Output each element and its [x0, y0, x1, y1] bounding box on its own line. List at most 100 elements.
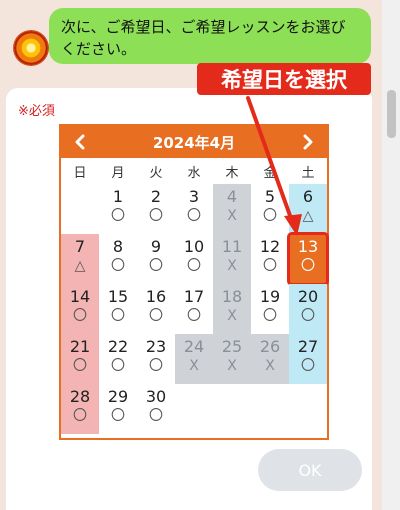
day-number: 12 [259, 237, 281, 256]
weekday-label: 金 [263, 166, 277, 181]
chat-message-text: 次に、ご希望日、ご希望レッスンをお選びください。 [61, 18, 346, 58]
day-cell[interactable]: 21 〇 [61, 334, 99, 384]
day-number: 28 [69, 387, 91, 406]
availability-mark: 〇 [301, 358, 315, 374]
day-number: 18 [221, 287, 243, 306]
day-cell[interactable]: 1〇 [99, 184, 137, 234]
day-cell[interactable]: 12 〇 [251, 234, 289, 284]
availability-mark: 〇 [187, 258, 201, 274]
day-number: 27 [297, 337, 319, 356]
day-number: 26 [259, 337, 281, 356]
availability-mark: 〇 [111, 258, 125, 274]
availability-mark: 〇 [187, 308, 201, 324]
availability-mark: 〇 [263, 208, 277, 224]
day-number: 11 [221, 237, 243, 256]
availability-mark: 〇 [111, 358, 125, 374]
day-cell[interactable]: 4X [213, 184, 251, 234]
availability-mark: X [227, 208, 237, 224]
required-label: ※必須 [18, 104, 55, 119]
day-number: 20 [297, 287, 319, 306]
weekday-label: 月 [111, 166, 125, 181]
day-cell[interactable]: 26 X [251, 334, 289, 384]
scrollbar-thumb[interactable] [387, 90, 396, 138]
availability-mark: 〇 [301, 258, 315, 274]
availability-mark: 〇 [73, 308, 87, 324]
availability-mark: △ [302, 208, 314, 224]
weekday-label: 土 [301, 166, 315, 181]
annotation-callout: 希望日を選択 [197, 63, 371, 95]
availability-mark: 〇 [73, 408, 87, 424]
day-cell[interactable]: 6 △ [289, 184, 327, 234]
day-number: 19 [259, 287, 281, 306]
day-cell[interactable]: 9〇 [137, 234, 175, 284]
day-number: 6 [302, 187, 314, 206]
day-number: 8 [112, 237, 124, 256]
day-cell[interactable]: 15 〇 [99, 284, 137, 334]
day-number: 25 [221, 337, 243, 356]
day-cell[interactable]: 22 〇 [99, 334, 137, 384]
day-number: 1 [112, 187, 124, 206]
day-number: 29 [107, 387, 129, 406]
day-cell[interactable]: 27 〇 [289, 334, 327, 384]
availability-mark: 〇 [149, 408, 163, 424]
availability-mark: 〇 [73, 358, 87, 374]
calendar: 2024年4月 日月火水木金土 1 〇 2 〇 3 〇 4 X 5 〇 6 △ 7 △ 8 〇 9 〇 10 〇 11 X… [59, 124, 329, 440]
availability-mark: X [265, 358, 275, 374]
prev-month-button[interactable] [63, 126, 97, 158]
day-cell[interactable]: 19 〇 [251, 284, 289, 334]
scrollbar[interactable] [382, 0, 400, 510]
availability-mark: 〇 [111, 408, 125, 424]
availability-mark: X [189, 358, 199, 374]
day-cell[interactable]: 24 X [175, 334, 213, 384]
ok-button[interactable]: OK [258, 449, 362, 491]
day-number: 3 [188, 187, 200, 206]
availability-mark: 〇 [301, 308, 315, 324]
availability-mark: 〇 [149, 358, 163, 374]
chevron-left-icon [75, 134, 85, 150]
day-cell[interactable]: 25 X [213, 334, 251, 384]
day-number: 2 [150, 187, 162, 206]
calendar-grid: 1 〇 2 〇 3 〇 4 X 5 〇 6 △ 7 △ 8 〇 9 〇 10 〇 11 X 12 〇 13 〇 14 〇 15 〇 16 〇 1… [61, 184, 329, 436]
availability-mark: 〇 [149, 258, 163, 274]
day-cell[interactable]: 18 X [213, 284, 251, 334]
day-cell[interactable]: 30 〇 [137, 384, 175, 434]
weekday-label: 日 [73, 166, 87, 181]
day-number: 30 [145, 387, 167, 406]
day-number: 13 [297, 237, 319, 256]
day-number: 21 [69, 337, 91, 356]
chevron-right-icon [303, 134, 313, 150]
month-label: 2024年4月 [152, 133, 236, 152]
day-number: 7 [74, 237, 86, 256]
day-cell[interactable]: 17 〇 [175, 284, 213, 334]
day-cell[interactable]: 10 〇 [175, 234, 213, 284]
day-cell[interactable]: 28 〇 [61, 384, 99, 434]
day-cell[interactable]: 3〇 [175, 184, 213, 234]
day-number: 22 [107, 337, 129, 356]
chat-message-bubble: 次に、ご希望日、ご希望レッスンをお選びください。 [49, 8, 371, 64]
day-cell[interactable]: 23 〇 [137, 334, 175, 384]
day-cell[interactable]: 8〇 [99, 234, 137, 284]
availability-mark: 〇 [187, 208, 201, 224]
availability-mark: 〇 [111, 208, 125, 224]
day-number: 14 [69, 287, 91, 306]
weekday-label: 木 [225, 166, 239, 181]
calendar-header: 2024年4月 [61, 126, 327, 158]
availability-mark: △ [74, 258, 86, 274]
availability-mark: 〇 [263, 258, 277, 274]
day-cell[interactable]: 2〇 [137, 184, 175, 234]
next-month-button[interactable] [291, 126, 325, 158]
day-number: 10 [183, 237, 205, 256]
day-cell[interactable]: 20 〇 [289, 284, 327, 334]
availability-mark: X [227, 258, 237, 274]
weekday-header: 日月火水木金土 [61, 162, 327, 182]
day-cell[interactable]: 16 〇 [137, 284, 175, 334]
day-cell[interactable]: 5〇 [251, 184, 289, 234]
day-cell-selected[interactable]: 13 〇 [287, 232, 329, 286]
day-cell[interactable]: 11 X [213, 234, 251, 284]
day-cell[interactable]: 29 〇 [99, 384, 137, 434]
day-number: 15 [107, 287, 129, 306]
availability-mark: 〇 [263, 308, 277, 324]
day-number: 9 [150, 237, 162, 256]
day-cell[interactable]: 7 △ [61, 234, 99, 284]
day-cell[interactable]: 14 〇 [61, 284, 99, 334]
